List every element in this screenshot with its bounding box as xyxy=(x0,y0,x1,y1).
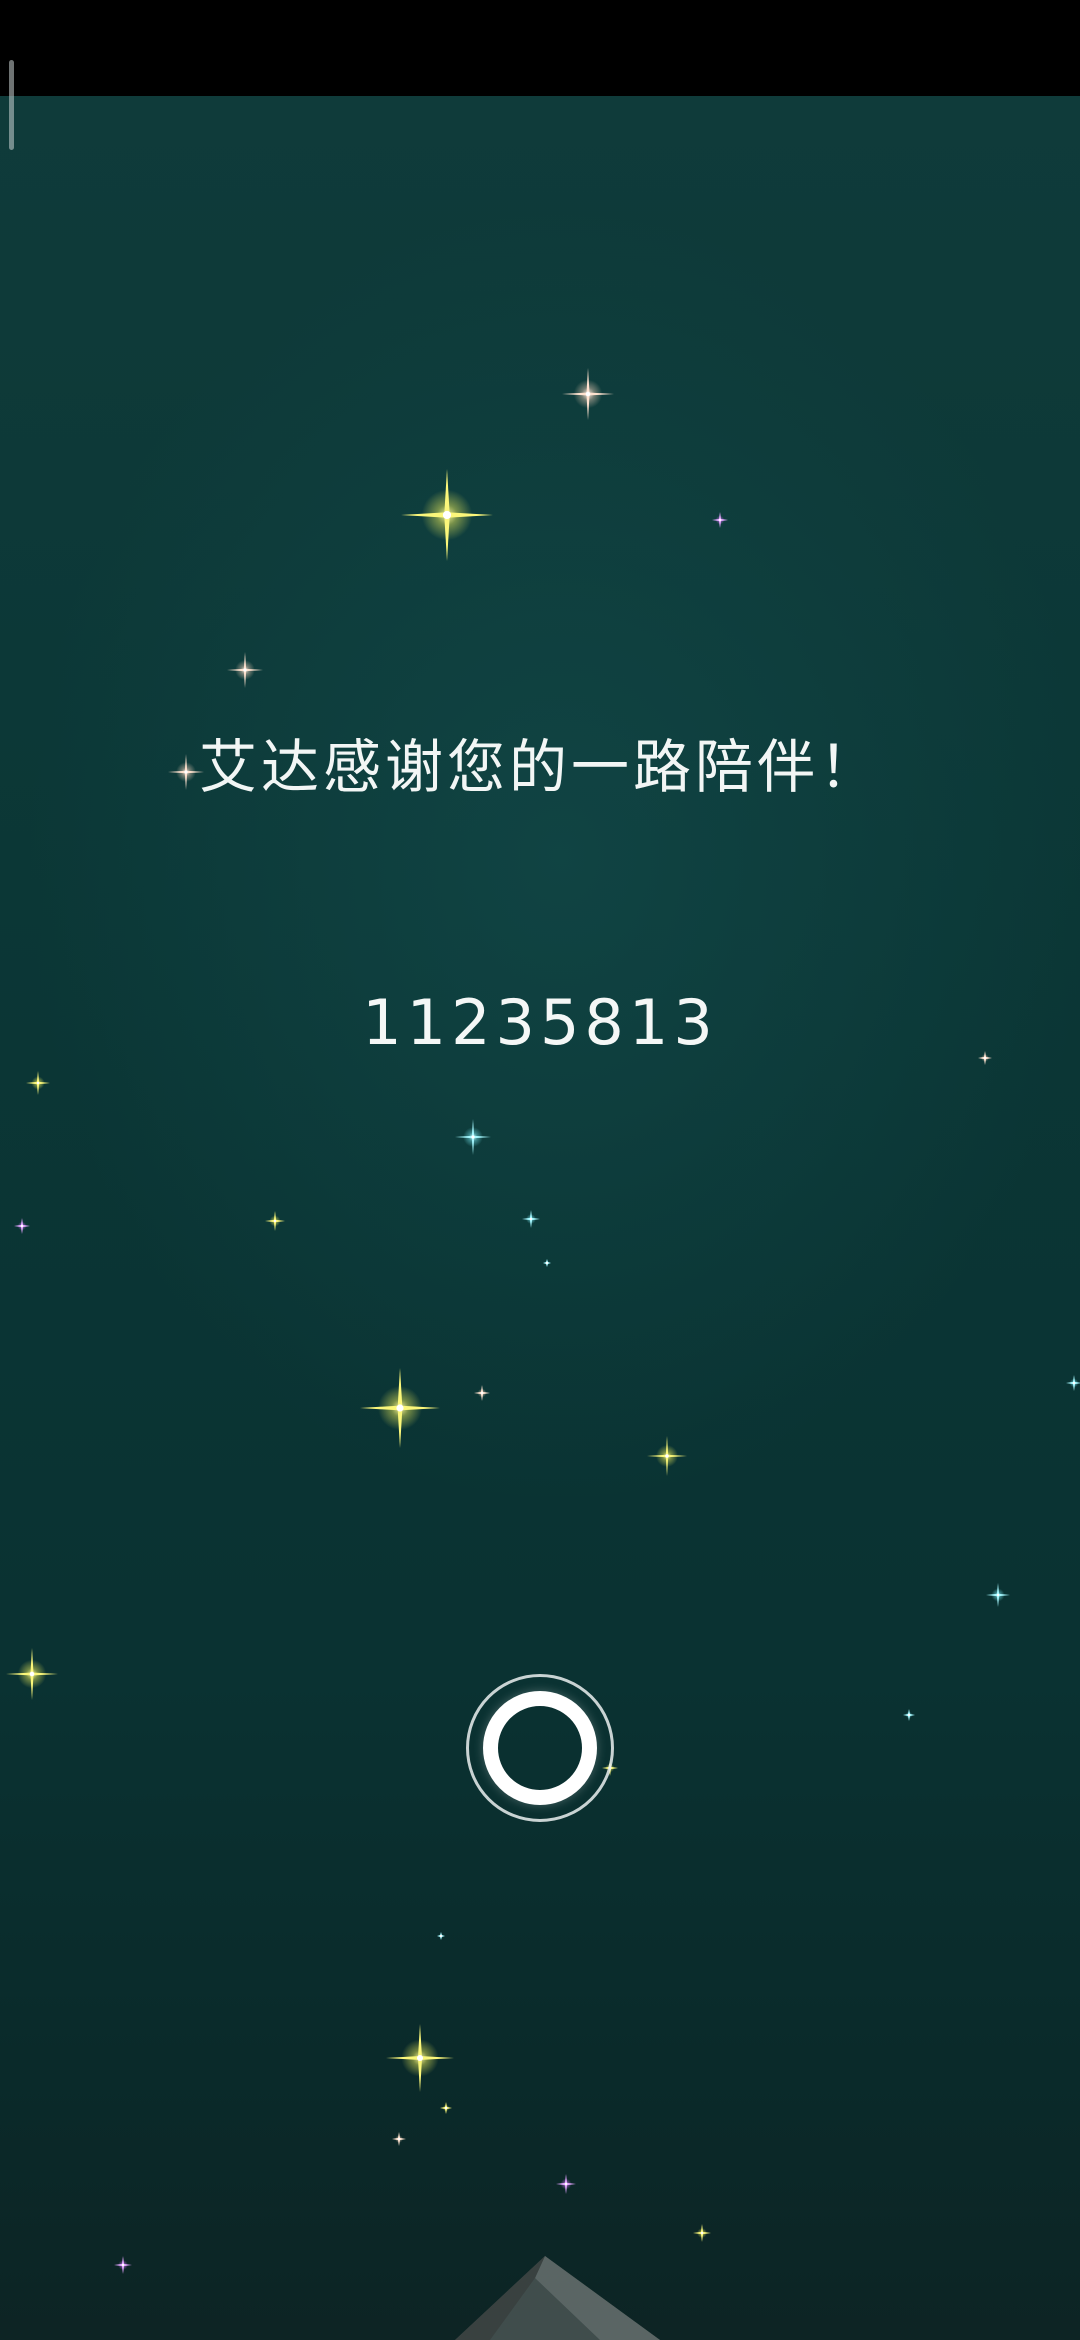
sparkle-star-icon xyxy=(562,368,614,420)
sparkle-star-icon xyxy=(440,2102,452,2114)
sparkle-star-icon xyxy=(401,469,493,561)
ring-inner xyxy=(483,1691,597,1805)
sparkle-star-icon xyxy=(986,1583,1010,1607)
sparkle-star-icon xyxy=(360,1368,440,1448)
sparkle-star-icon xyxy=(14,1218,30,1234)
sparkle-star-icon xyxy=(522,1210,540,1228)
sparkle-star-icon xyxy=(227,652,263,688)
edge-scroll-handle[interactable] xyxy=(9,60,14,150)
sparkle-star-icon xyxy=(556,2174,576,2194)
sparkle-star-icon xyxy=(455,1119,491,1155)
code-number: 11235813 xyxy=(362,986,718,1059)
star-field xyxy=(6,368,1080,2274)
sparkle-star-icon xyxy=(543,1259,551,1267)
sparkle-star-icon xyxy=(474,1385,490,1401)
sparkle-star-icon xyxy=(6,1648,58,1700)
sparkle-star-icon xyxy=(26,1071,50,1095)
sparkle-star-icon xyxy=(265,1211,285,1231)
sparkle-star-icon xyxy=(437,1932,445,1940)
sparkle-star-icon xyxy=(712,512,728,528)
sparkle-star-icon xyxy=(903,1709,915,1721)
status-bar xyxy=(0,0,1080,96)
sparkle-star-icon xyxy=(1066,1375,1080,1391)
roof-silhouette-icon xyxy=(455,2256,660,2340)
circle-ring-icon[interactable] xyxy=(466,1674,614,1822)
sparkle-star-icon xyxy=(647,1436,687,1476)
sparkle-star-icon xyxy=(392,2132,406,2146)
sparkle-star-icon xyxy=(386,2024,454,2092)
thanks-message: 艾达感谢您的一路陪伴！ xyxy=(198,733,881,801)
game-screen: 艾达感谢您的一路陪伴！ 11235813 xyxy=(0,0,1080,2340)
